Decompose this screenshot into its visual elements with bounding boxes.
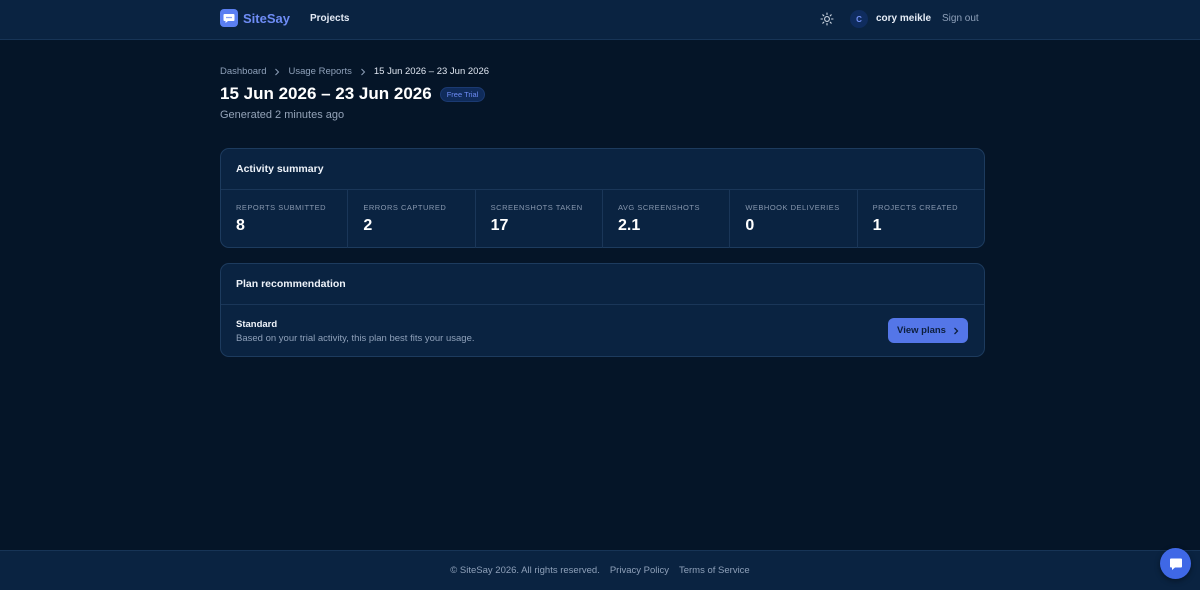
activity-summary-title: Activity summary [221,149,984,190]
generated-timestamp: Generated 2 minutes ago [220,109,345,121]
stat-value: 8 [236,217,245,234]
privacy-policy-link[interactable]: Privacy Policy [610,565,669,576]
stat-webhook-deliveries: Webhook deliveries 0 [730,190,858,248]
stat-value: 1 [872,217,882,234]
plan-recommendation-card: Plan recommendation Standard Based on yo… [220,263,985,357]
page-title: 15 Jun 2026 – 23 Jun 2026 [220,84,432,103]
breadcrumb-current: 15 Jun 2026 – 23 Jun 2026 [373,66,490,77]
sun-icon[interactable] [820,12,834,26]
breadcrumb-usage-reports[interactable]: Usage Reports [288,66,351,77]
chevron-right-icon [954,327,959,334]
footer: © SiteSay 2026. All rights reserved. Pri… [0,550,1200,590]
stat-label: Avg screenshots [617,203,700,212]
plan-body: Standard Based on your trial activity, t… [221,305,984,357]
stat-label: Errors captured [363,203,447,212]
stat-label: Webhook deliveries [745,203,840,212]
stat-label: Screenshots taken [490,203,583,212]
stat-label: Reports submitted [236,203,327,212]
stat-value: 2.1 [617,217,641,234]
chevron-right-icon [275,68,280,75]
brand-logo[interactable]: SiteSay [220,9,290,27]
plan-description: Based on your trial activity, this plan … [236,333,475,344]
avatar[interactable]: C [850,10,868,28]
brand-name: SiteSay [243,10,290,26]
stat-label: Projects created [872,203,959,212]
status-badge: Free Trial [439,86,486,102]
chat-bubble-icon [220,9,238,27]
top-header: SiteSay Projects C cory meikle Sign out [0,0,1200,40]
stats-row: Reports submitted 8 Errors captured 2 Sc… [221,190,984,248]
view-plans-button[interactable]: View plans [888,318,968,343]
breadcrumb: Dashboard Usage Reports 15 Jun 2026 – 23… [220,66,489,77]
activity-summary-card: Activity summary Reports submitted 8 Err… [220,148,985,248]
stat-avg-screenshots: Avg screenshots 2.1 [603,190,731,248]
title-row: 15 Jun 2026 – 23 Jun 2026 Free Trial [220,84,486,104]
stat-screenshots-taken: Screenshots taken 17 [476,190,603,248]
stat-value: 17 [490,217,509,234]
stat-value: 0 [745,217,755,234]
chat-icon [1169,558,1182,570]
sign-out-link[interactable]: Sign out [942,13,979,24]
stat-value: 2 [363,217,373,234]
username: cory meikle [876,13,932,24]
chevron-right-icon [361,68,366,75]
terms-of-service-link[interactable]: Terms of Service [679,565,750,576]
view-plans-label: View plans [897,325,946,336]
copyright-text: © SiteSay 2026. All rights reserved. [450,565,600,576]
plan-name: Standard [236,319,278,330]
stat-errors-captured: Errors captured 2 [348,190,476,248]
plan-recommendation-title: Plan recommendation [221,264,984,305]
breadcrumb-dashboard[interactable]: Dashboard [220,66,266,77]
stat-reports-submitted: Reports submitted 8 [221,190,349,248]
chat-widget-button[interactable] [1160,548,1191,579]
nav-projects-link[interactable]: Projects [310,13,349,24]
stat-projects-created: Projects created 1 [858,190,984,248]
